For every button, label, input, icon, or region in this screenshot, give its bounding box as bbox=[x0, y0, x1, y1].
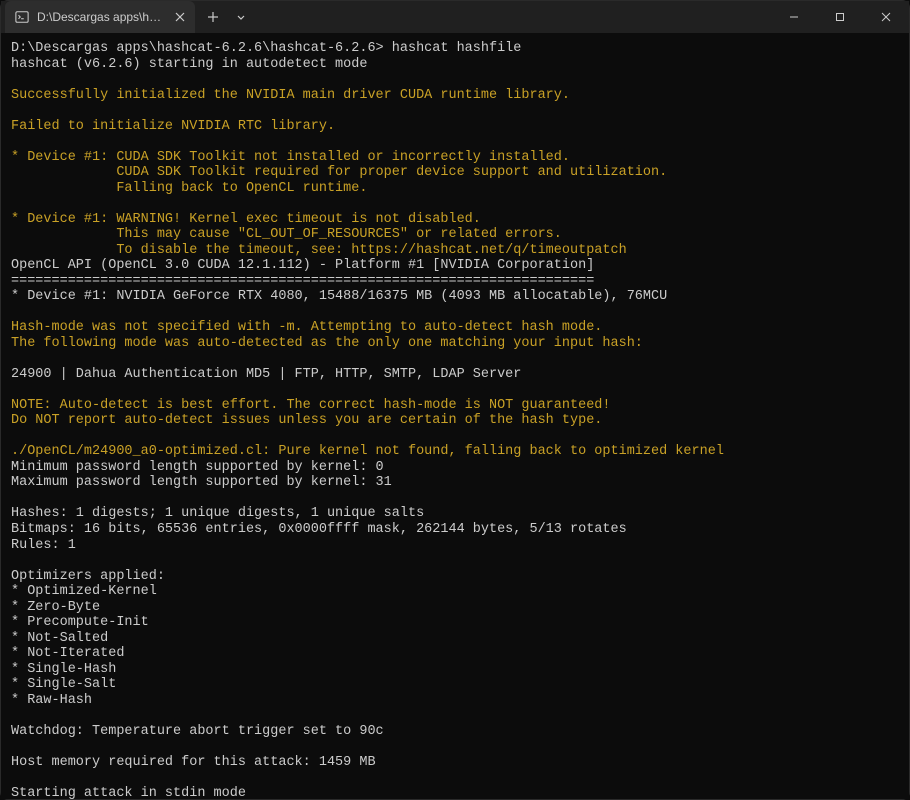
output-line: * Raw-Hash bbox=[11, 693, 899, 709]
command: hashcat hashfile bbox=[392, 41, 522, 56]
output-line: OpenCL API (OpenCL 3.0 CUDA 12.1.112) - … bbox=[11, 258, 899, 274]
output-line bbox=[11, 134, 899, 150]
output-line: * Zero-Byte bbox=[11, 600, 899, 616]
output-line bbox=[11, 382, 899, 398]
output-line: * Device #1: CUDA SDK Toolkit not instal… bbox=[11, 150, 899, 166]
close-button[interactable] bbox=[863, 1, 909, 33]
output-line bbox=[11, 305, 899, 321]
output-line: ========================================… bbox=[11, 274, 899, 290]
prompt-line: D:\Descargas apps\hashcat-6.2.6\hashcat-… bbox=[11, 41, 899, 57]
output-line bbox=[11, 553, 899, 569]
output-line: hashcat (v6.2.6) starting in autodetect … bbox=[11, 57, 899, 73]
output-line bbox=[11, 72, 899, 88]
output-line: CUDA SDK Toolkit required for proper dev… bbox=[11, 165, 899, 181]
active-tab[interactable]: D:\Descargas apps\hashcat-6 bbox=[5, 1, 195, 33]
prompt: D:\Descargas apps\hashcat-6.2.6\hashcat-… bbox=[11, 41, 392, 56]
output-line: The following mode was auto-detected as … bbox=[11, 336, 899, 352]
output-line: Do NOT report auto-detect issues unless … bbox=[11, 413, 899, 429]
output-line bbox=[11, 196, 899, 212]
output-line: * Precompute-Init bbox=[11, 615, 899, 631]
output-line: To disable the timeout, see: https://has… bbox=[11, 243, 899, 259]
output-line: Starting attack in stdin mode bbox=[11, 786, 899, 799]
output-line bbox=[11, 770, 899, 786]
terminal-output[interactable]: D:\Descargas apps\hashcat-6.2.6\hashcat-… bbox=[1, 33, 909, 799]
output-line: * Optimized-Kernel bbox=[11, 584, 899, 600]
output-line bbox=[11, 103, 899, 119]
output-line bbox=[11, 429, 899, 445]
output-line: Hashes: 1 digests; 1 unique digests, 1 u… bbox=[11, 506, 899, 522]
output-line: * Not-Iterated bbox=[11, 646, 899, 662]
output-line: Watchdog: Temperature abort trigger set … bbox=[11, 724, 899, 740]
output-line: Hash-mode was not specified with -m. Att… bbox=[11, 320, 899, 336]
tab-close-button[interactable] bbox=[174, 9, 187, 25]
output-line: * Device #1: NVIDIA GeForce RTX 4080, 15… bbox=[11, 289, 899, 305]
output-line: 24900 | Dahua Authentication MD5 | FTP, … bbox=[11, 367, 899, 383]
output-line bbox=[11, 351, 899, 367]
output-line: * Device #1: WARNING! Kernel exec timeou… bbox=[11, 212, 899, 228]
output-line: Optimizers applied: bbox=[11, 569, 899, 585]
minimize-button[interactable] bbox=[771, 1, 817, 33]
output-line bbox=[11, 491, 899, 507]
terminal-icon bbox=[15, 9, 29, 25]
output-line: Bitmaps: 16 bits, 65536 entries, 0x0000f… bbox=[11, 522, 899, 538]
output-line: * Single-Hash bbox=[11, 662, 899, 678]
output-line bbox=[11, 739, 899, 755]
output-line bbox=[11, 708, 899, 724]
new-tab-button[interactable] bbox=[199, 3, 227, 31]
tab-title: D:\Descargas apps\hashcat-6 bbox=[37, 10, 166, 24]
tab-dropdown-button[interactable] bbox=[227, 3, 255, 31]
output-line: * Single-Salt bbox=[11, 677, 899, 693]
output-line: Host memory required for this attack: 14… bbox=[11, 755, 899, 771]
window-controls bbox=[771, 1, 909, 33]
output-line: Minimum password length supported by ker… bbox=[11, 460, 899, 476]
titlebar: D:\Descargas apps\hashcat-6 bbox=[1, 1, 909, 33]
output-line: ./OpenCL/m24900_a0-optimized.cl: Pure ke… bbox=[11, 444, 899, 460]
output-line: Failed to initialize NVIDIA RTC library. bbox=[11, 119, 899, 135]
output-line: Maximum password length supported by ker… bbox=[11, 475, 899, 491]
output-line: Rules: 1 bbox=[11, 538, 899, 554]
output-line: NOTE: Auto-detect is best effort. The co… bbox=[11, 398, 899, 414]
output-line: * Not-Salted bbox=[11, 631, 899, 647]
output-line: Successfully initialized the NVIDIA main… bbox=[11, 88, 899, 104]
maximize-button[interactable] bbox=[817, 1, 863, 33]
output-line: This may cause "CL_OUT_OF_RESOURCES" or … bbox=[11, 227, 899, 243]
output-line: Falling back to OpenCL runtime. bbox=[11, 181, 899, 197]
